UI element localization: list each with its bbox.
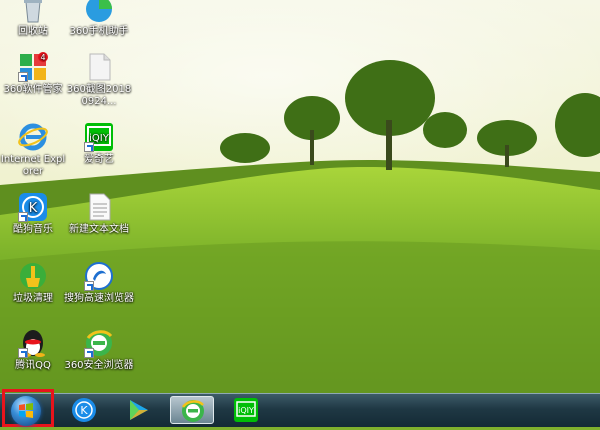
desktop: 回收站 4 360软件管家 Internet Explorer K 酷狗音乐 垃… xyxy=(0,0,600,393)
shortcut-arrow-icon xyxy=(18,72,28,82)
qq-penguin-icon xyxy=(18,328,48,358)
shortcut-arrow-icon xyxy=(84,348,94,358)
k-letter-icon: K xyxy=(71,397,97,423)
desktop-icon-sogou-browser[interactable]: 搜狗高速浏览器 xyxy=(64,261,134,305)
desktop-icon-label: 回收站 xyxy=(18,26,48,37)
badge-count: 4 xyxy=(40,53,45,62)
taskbar: K iQIY xyxy=(0,389,600,427)
desktop-icon-360-software-manager[interactable]: 4 360软件管家 xyxy=(0,52,68,96)
svg-text:K: K xyxy=(80,404,88,417)
desktop-icon-internet-explorer[interactable]: Internet Explorer xyxy=(0,122,68,178)
shortcut-arrow-icon xyxy=(84,281,94,291)
svg-text:K: K xyxy=(29,201,38,216)
shortcut-arrow-icon xyxy=(84,142,94,152)
desktop-icon-tencent-qq[interactable]: 腾讯QQ xyxy=(0,328,68,372)
desktop-icon-label: 新建文本文档 xyxy=(69,224,129,235)
taskbar-360-safe-browser-button[interactable] xyxy=(170,396,214,424)
desktop-icon-label: 搜狗高速浏览器 xyxy=(64,293,134,304)
windows-start-orb-icon xyxy=(11,396,41,426)
desktop-icon-label: 酷狗音乐 xyxy=(13,224,53,235)
broom-cleanup-icon xyxy=(18,261,48,291)
sogou-browser-icon xyxy=(84,261,114,291)
recycle-bin-icon xyxy=(18,0,48,24)
start-button[interactable] xyxy=(2,389,54,427)
desktop-icon-label: 360手机助手 xyxy=(69,26,129,37)
taskbar-iqiyi-button[interactable]: iQIY xyxy=(226,396,266,424)
taskbar-media-player-button[interactable] xyxy=(118,396,158,424)
iqiyi-icon: iQIY xyxy=(233,397,259,423)
desktop-icon-label: 360安全浏览器 xyxy=(64,360,134,371)
360-safe-browser-icon xyxy=(84,328,114,358)
image-file-icon xyxy=(84,52,114,82)
desktop-icon-iqiyi[interactable]: iQIY 爱奇艺 xyxy=(64,122,134,166)
desktop-icon-label: 360软件管家 xyxy=(3,84,63,95)
desktop-icon-kugou-music[interactable]: K 酷狗音乐 xyxy=(0,192,68,236)
e-browser-icon xyxy=(180,398,206,424)
shortcut-arrow-icon xyxy=(18,348,28,358)
desktop-icon-junk-cleanup[interactable]: 垃圾清理 xyxy=(0,261,68,305)
desktop-icon-label: 爱奇艺 xyxy=(84,154,114,165)
internet-explorer-icon xyxy=(18,122,48,152)
360-mobile-assistant-icon xyxy=(84,0,114,24)
desktop-icon-360-mobile-assistant[interactable]: 360手机助手 xyxy=(64,0,134,38)
kugou-music-icon: K xyxy=(18,192,48,222)
svg-text:iQIY: iQIY xyxy=(238,406,254,415)
360-software-manager-icon: 4 xyxy=(18,52,48,82)
desktop-icon-recycle-bin[interactable]: 回收站 xyxy=(0,0,68,38)
desktop-icon-label: 垃圾清理 xyxy=(13,293,53,304)
desktop-icon-label: 腾讯QQ xyxy=(15,360,51,371)
taskbar-kugou-music-button[interactable]: K xyxy=(64,396,104,424)
play-icon xyxy=(125,397,151,423)
desktop-icon-new-text-document[interactable]: 新建文本文档 xyxy=(64,192,134,236)
iqiyi-icon: iQIY xyxy=(84,122,114,152)
desktop-icon-360-safe-browser[interactable]: 360安全浏览器 xyxy=(64,328,134,372)
desktop-icon-360-screenshot-file[interactable]: 360截图20180924... xyxy=(64,52,134,108)
text-document-icon xyxy=(84,192,114,222)
shortcut-arrow-icon xyxy=(18,212,28,222)
desktop-icon-label: Internet Explorer xyxy=(0,154,66,177)
desktop-icon-label: 360截图20180924... xyxy=(66,84,132,107)
